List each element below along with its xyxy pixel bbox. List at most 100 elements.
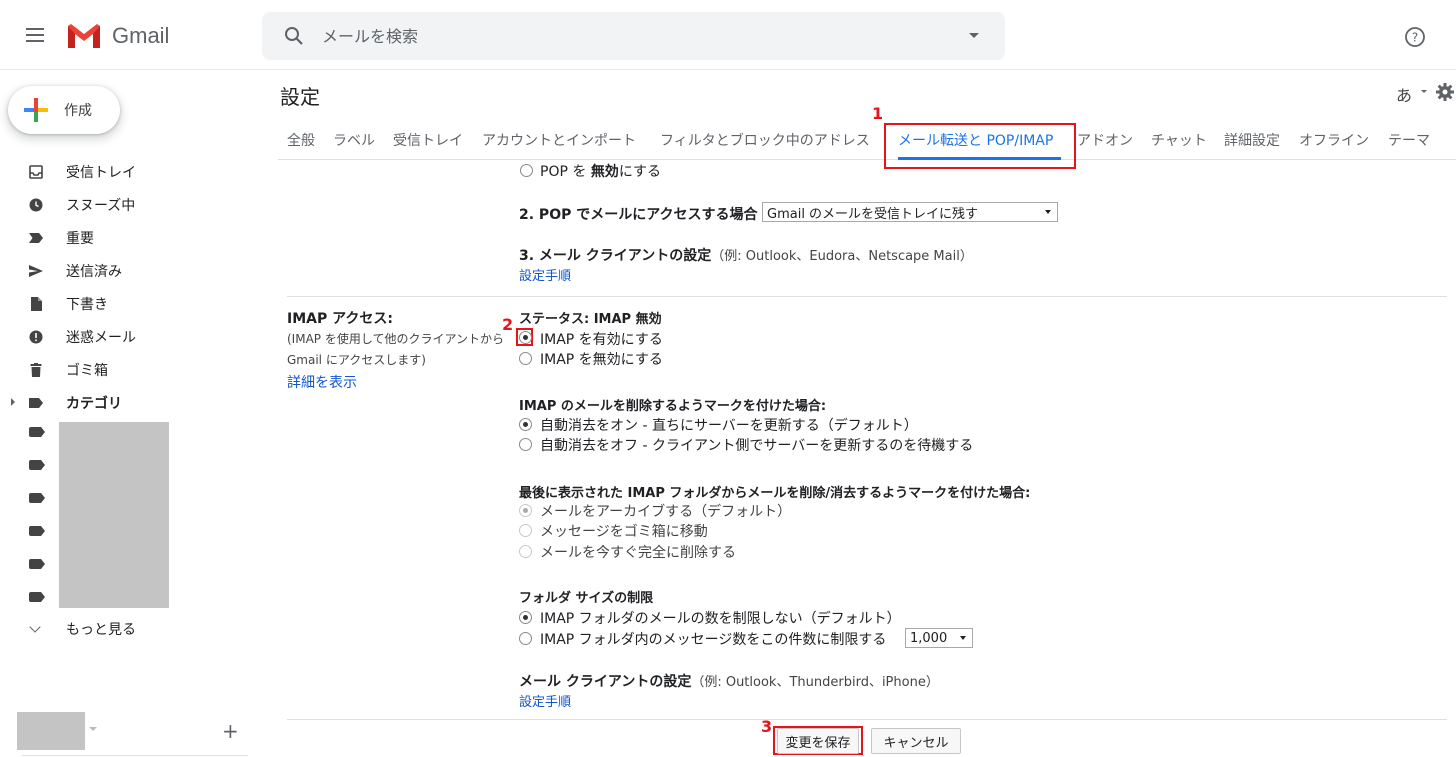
chevron-down-icon	[1045, 210, 1051, 214]
imap-disable-radio[interactable]	[519, 352, 532, 365]
add-contact-button[interactable]: +	[222, 719, 239, 743]
tab-labels[interactable]: ラベル	[333, 130, 375, 150]
gear-icon[interactable]	[1436, 83, 1454, 101]
top-bar: Gmail ?	[0, 0, 1456, 70]
pop-client-settings: 3. メール クライアントの設定（例: Outlook、Eudora、Netsc…	[519, 248, 973, 264]
delete-forever-radio[interactable]	[519, 545, 532, 558]
pop-setup-link[interactable]: 設定手順	[519, 265, 571, 284]
sidebar-item-trash[interactable]: ゴミ箱	[0, 353, 250, 386]
pop-disable-label: POP を 無効にする	[540, 164, 661, 180]
label-icon[interactable]	[29, 427, 45, 437]
gmail-logo[interactable]: Gmail	[66, 22, 169, 50]
tab-advanced[interactable]: 詳細設定	[1224, 130, 1280, 150]
tab-chat[interactable]: チャット	[1151, 130, 1207, 150]
tab-themes[interactable]: テーマ	[1388, 130, 1430, 150]
imap-last-folder-title: 最後に表示された IMAP フォルダからメールを削除/消去するようマークを付けた…	[519, 486, 1031, 501]
highlight-box-tab	[884, 123, 1076, 169]
tab-inbox[interactable]: 受信トレイ	[393, 130, 463, 150]
chevron-down-icon[interactable]	[89, 727, 97, 731]
imap-setup-link[interactable]: 設定手順	[519, 691, 571, 710]
cancel-button[interactable]: キャンセル	[871, 728, 961, 754]
chevron-down-icon	[960, 636, 966, 640]
imap-details-link[interactable]: 詳細を表示	[287, 372, 357, 392]
sidebar-item-spam[interactable]: 迷惑メール	[0, 320, 250, 353]
sidebar-item-sent[interactable]: 送信済み	[0, 254, 250, 287]
folder-size-title: フォルダ サイズの制限	[519, 591, 654, 606]
pop-access-select[interactable]: Gmail のメールを受信トレイに残す	[762, 202, 1058, 222]
draft-icon	[31, 297, 42, 311]
imap-enable-label: IMAP を有効にする	[540, 332, 663, 348]
tab-general[interactable]: 全般	[287, 130, 315, 150]
inbox-icon	[29, 165, 43, 179]
svg-text:?: ?	[1412, 31, 1418, 45]
compose-label: 作成	[64, 103, 92, 119]
compose-button[interactable]: 作成	[8, 86, 120, 134]
sidebar-item-categories[interactable]: カテゴリ	[0, 386, 250, 419]
imap-disable-label: IMAP を無効にする	[540, 352, 663, 368]
chevron-down-icon	[29, 621, 41, 633]
limit-radio[interactable]	[519, 632, 532, 645]
label-icon[interactable]	[29, 526, 45, 536]
main-menu-icon[interactable]	[26, 28, 44, 42]
tab-accounts[interactable]: アカウントとインポート	[482, 130, 636, 150]
compose-plus-icon	[24, 98, 48, 122]
gmail-m-icon	[68, 24, 100, 48]
limit-label: IMAP フォルダ内のメッセージ数をこの件数に制限する	[540, 632, 887, 648]
sidebar-item-inbox[interactable]: 受信トレイ	[0, 155, 250, 188]
imap-enable-radio[interactable]	[519, 331, 532, 344]
pop-disable-radio[interactable]	[520, 164, 533, 177]
expunge-off-radio[interactable]	[519, 438, 532, 451]
section-divider	[287, 296, 1447, 297]
label-icon[interactable]	[29, 592, 45, 602]
tab-addons[interactable]: アドオン	[1077, 130, 1133, 150]
sidebar-item-important[interactable]: 重要	[0, 221, 250, 254]
chevron-down-icon[interactable]	[1421, 90, 1427, 93]
callout-number: 1	[872, 104, 884, 123]
select-value: 1,000	[910, 630, 948, 646]
hangouts-avatar-redacted[interactable]	[17, 712, 85, 750]
more-button[interactable]: もっと見る	[0, 612, 250, 645]
limit-select[interactable]: 1,000	[905, 628, 973, 648]
search-bar[interactable]	[262, 12, 1005, 60]
search-input[interactable]	[322, 26, 942, 46]
imap-section-title: IMAP アクセス:	[287, 311, 394, 327]
input-tools-button[interactable]: あ	[1396, 82, 1412, 106]
sidebar-item-snoozed[interactable]: スヌーズ中	[0, 188, 250, 221]
archive-label: メールをアーカイブする（デフォルト）	[540, 504, 792, 520]
move-trash-radio[interactable]	[519, 524, 532, 537]
pop-access-label: 2. POP でメールにアクセスする場合	[519, 207, 758, 223]
move-trash-label: メッセージをゴミ箱に移動	[540, 524, 708, 540]
help-icon[interactable]: ?	[1404, 26, 1426, 48]
imap-delete-title: IMAP のメールを削除するようマークを付けた場合:	[519, 399, 827, 414]
archive-radio[interactable]	[519, 504, 532, 517]
expand-caret-icon[interactable]	[11, 398, 15, 406]
delete-forever-label: メールを今すぐ完全に削除する	[540, 545, 736, 561]
page-title: 設定	[280, 85, 320, 109]
tab-filters[interactable]: フィルタとブロック中のアドレス	[660, 130, 870, 150]
tab-offline[interactable]: オフライン	[1299, 130, 1369, 150]
search-icon[interactable]	[282, 24, 306, 48]
settings-tabs: 全般 ラベル 受信トレイ アカウントとインポート フィルタとブロック中のアドレス…	[278, 120, 1456, 160]
no-limit-radio[interactable]	[519, 611, 532, 624]
label-icon[interactable]	[29, 493, 45, 503]
spam-icon	[29, 330, 43, 344]
redacted-label-names	[59, 422, 169, 608]
important-icon	[29, 233, 43, 243]
send-icon	[29, 265, 43, 277]
sidebar-item-drafts[interactable]: 下書き	[0, 287, 250, 320]
divider	[22, 755, 248, 756]
more-label: もっと見る	[66, 622, 136, 638]
no-limit-label: IMAP フォルダのメールの数を制限しない（デフォルト）	[540, 611, 901, 627]
sidebar-nav: 受信トレイ スヌーズ中 重要 送信済み 下書き 迷惑メール ゴミ箱 カテゴリ	[0, 155, 250, 419]
expunge-on-label: 自動消去をオン - 直ちにサーバーを更新する（デフォルト）	[540, 418, 918, 434]
select-value: Gmail のメールを受信トレイに残す	[767, 206, 979, 222]
expunge-on-radio[interactable]	[519, 418, 532, 431]
label-icon[interactable]	[29, 559, 45, 569]
save-button[interactable]: 変更を保存	[777, 728, 859, 754]
imap-client-settings: メール クライアントの設定（例: Outlook、Thunderbird、iPh…	[519, 674, 939, 690]
imap-section-desc: (IMAP を使用して他のクライアントから	[287, 332, 504, 346]
search-options-icon[interactable]	[969, 33, 979, 38]
clock-icon	[29, 198, 43, 212]
app-name: Gmail	[112, 23, 170, 48]
label-icon[interactable]	[29, 460, 45, 470]
